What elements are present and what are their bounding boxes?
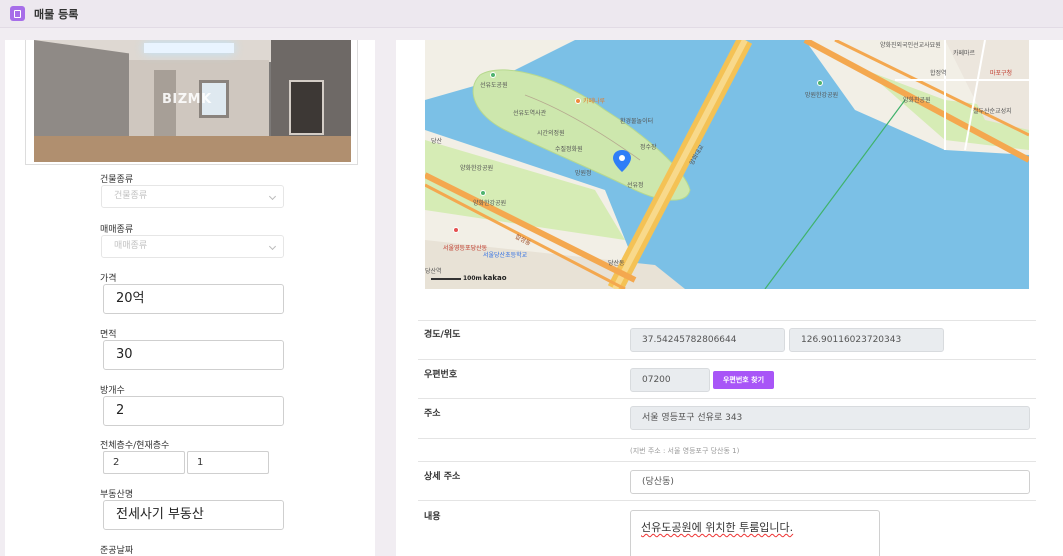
map-provider-logo: kakao [483, 274, 507, 282]
divider [418, 438, 1036, 439]
map-label: 당산역 [425, 268, 442, 275]
chevron-down-icon [268, 242, 277, 251]
building-type-label: 건물종류 [100, 175, 134, 185]
map-view[interactable]: 선유도공원 카페나루 선유도역사관 시간의정원 환경물놀이터 수질정화원 정수장… [425, 40, 1029, 289]
map-label: 합정역 [930, 70, 947, 77]
map-poi-icon [817, 80, 823, 86]
map-label: 카페마르 [953, 50, 976, 57]
map-label: 망원한강공원 [805, 92, 839, 99]
page-title: 매물 등록 [34, 7, 79, 21]
map-label: 마포구청 [990, 70, 1013, 77]
top-bar: 매물 등록 [0, 0, 1063, 28]
sale-type-select[interactable]: 매매종류 [101, 235, 284, 258]
rooms-input[interactable]: 2 [103, 396, 284, 426]
building-type-select[interactable]: 건물종류 [101, 185, 284, 208]
map-label: 당산 [431, 138, 443, 145]
building-type-placeholder: 건물종류 [114, 191, 148, 201]
map-label: 절두산순교성지 [973, 108, 1012, 115]
map-label: 선유도역사관 [513, 110, 547, 117]
map-label: 망원정 [575, 170, 592, 177]
map-label: 환경물놀이터 [620, 118, 654, 125]
map-poi-icon [490, 72, 496, 78]
current-floor-input[interactable]: 1 [187, 451, 269, 474]
divider [418, 500, 1036, 501]
coords-label: 경도/위도 [424, 330, 461, 340]
map-label: 양화진공원 [903, 97, 931, 104]
photo-watermark: BIZMK [162, 92, 212, 107]
sale-type-placeholder: 매매종류 [114, 241, 148, 251]
map-label: 수질정화원 [555, 146, 583, 153]
map-label: 카페나루 [583, 98, 606, 105]
area-input[interactable]: 30 [103, 340, 284, 370]
detail-address-label: 상세 주소 [424, 472, 461, 482]
rooms-label: 방개수 [100, 386, 125, 396]
jibun-address-hint: (지번 주소 : 서울 영등포구 당산동 1) [630, 447, 740, 455]
postcode-field[interactable]: 07200 [630, 368, 710, 392]
divider [418, 461, 1036, 462]
latitude-field[interactable]: 37.54245782806644 [630, 328, 785, 352]
agency-label: 부동산명 [100, 490, 134, 500]
sale-type-label: 매매종류 [100, 225, 134, 235]
postcode-label: 우편번호 [424, 370, 458, 380]
completion-date-label: 준공날짜 [100, 546, 134, 556]
divider [418, 398, 1036, 399]
longitude-field[interactable]: 126.90116023720343 [789, 328, 944, 352]
map-label: 선유도공원 [480, 82, 508, 89]
address-label: 주소 [424, 409, 441, 419]
map-label: 선유정 [627, 182, 644, 189]
map-scale-bar [431, 278, 461, 280]
building-icon [10, 6, 25, 21]
divider [418, 320, 1036, 321]
map-label: 당산동 [608, 260, 625, 267]
total-floors-input[interactable]: 2 [103, 451, 185, 474]
map-label: 정수장 [640, 144, 657, 151]
agency-input[interactable]: 전세사기 부동산 [103, 500, 284, 530]
content-text: 선유도공원에 위치한 투룸입니다. [641, 521, 794, 534]
map-label: 양화한강공원 [473, 200, 507, 207]
find-postcode-button[interactable]: 우편번호 찾기 [713, 371, 774, 389]
map-label: 양화진외국인선교사묘원 [880, 42, 941, 49]
content-textarea[interactable]: 선유도공원에 위치한 투룸입니다. [630, 510, 880, 556]
area-label: 면적 [100, 330, 117, 340]
map-label: 서울당산초등학교 [483, 252, 528, 259]
floors-label: 전체층수/현재층수 [100, 441, 170, 451]
price-input[interactable]: 20억 [103, 284, 284, 314]
chevron-down-icon [268, 192, 277, 201]
map-scale-label: 100m [463, 275, 482, 282]
map-poi-icon [453, 227, 459, 233]
map-label: 서울영등포당산동 [443, 245, 488, 252]
map-poi-icon [480, 190, 486, 196]
divider [418, 359, 1036, 360]
map-label: 시간의정원 [537, 130, 565, 137]
detail-address-input[interactable]: (당산동) [630, 470, 1030, 494]
price-label: 가격 [100, 274, 117, 284]
map-poi-icon [575, 98, 581, 104]
address-field[interactable]: 서울 영등포구 선유로 343 [630, 406, 1030, 430]
map-label: 양화한강공원 [460, 165, 494, 172]
photo-frame: BIZMK [25, 40, 358, 165]
property-photo[interactable]: BIZMK [34, 40, 351, 162]
content-label: 내용 [424, 512, 441, 522]
